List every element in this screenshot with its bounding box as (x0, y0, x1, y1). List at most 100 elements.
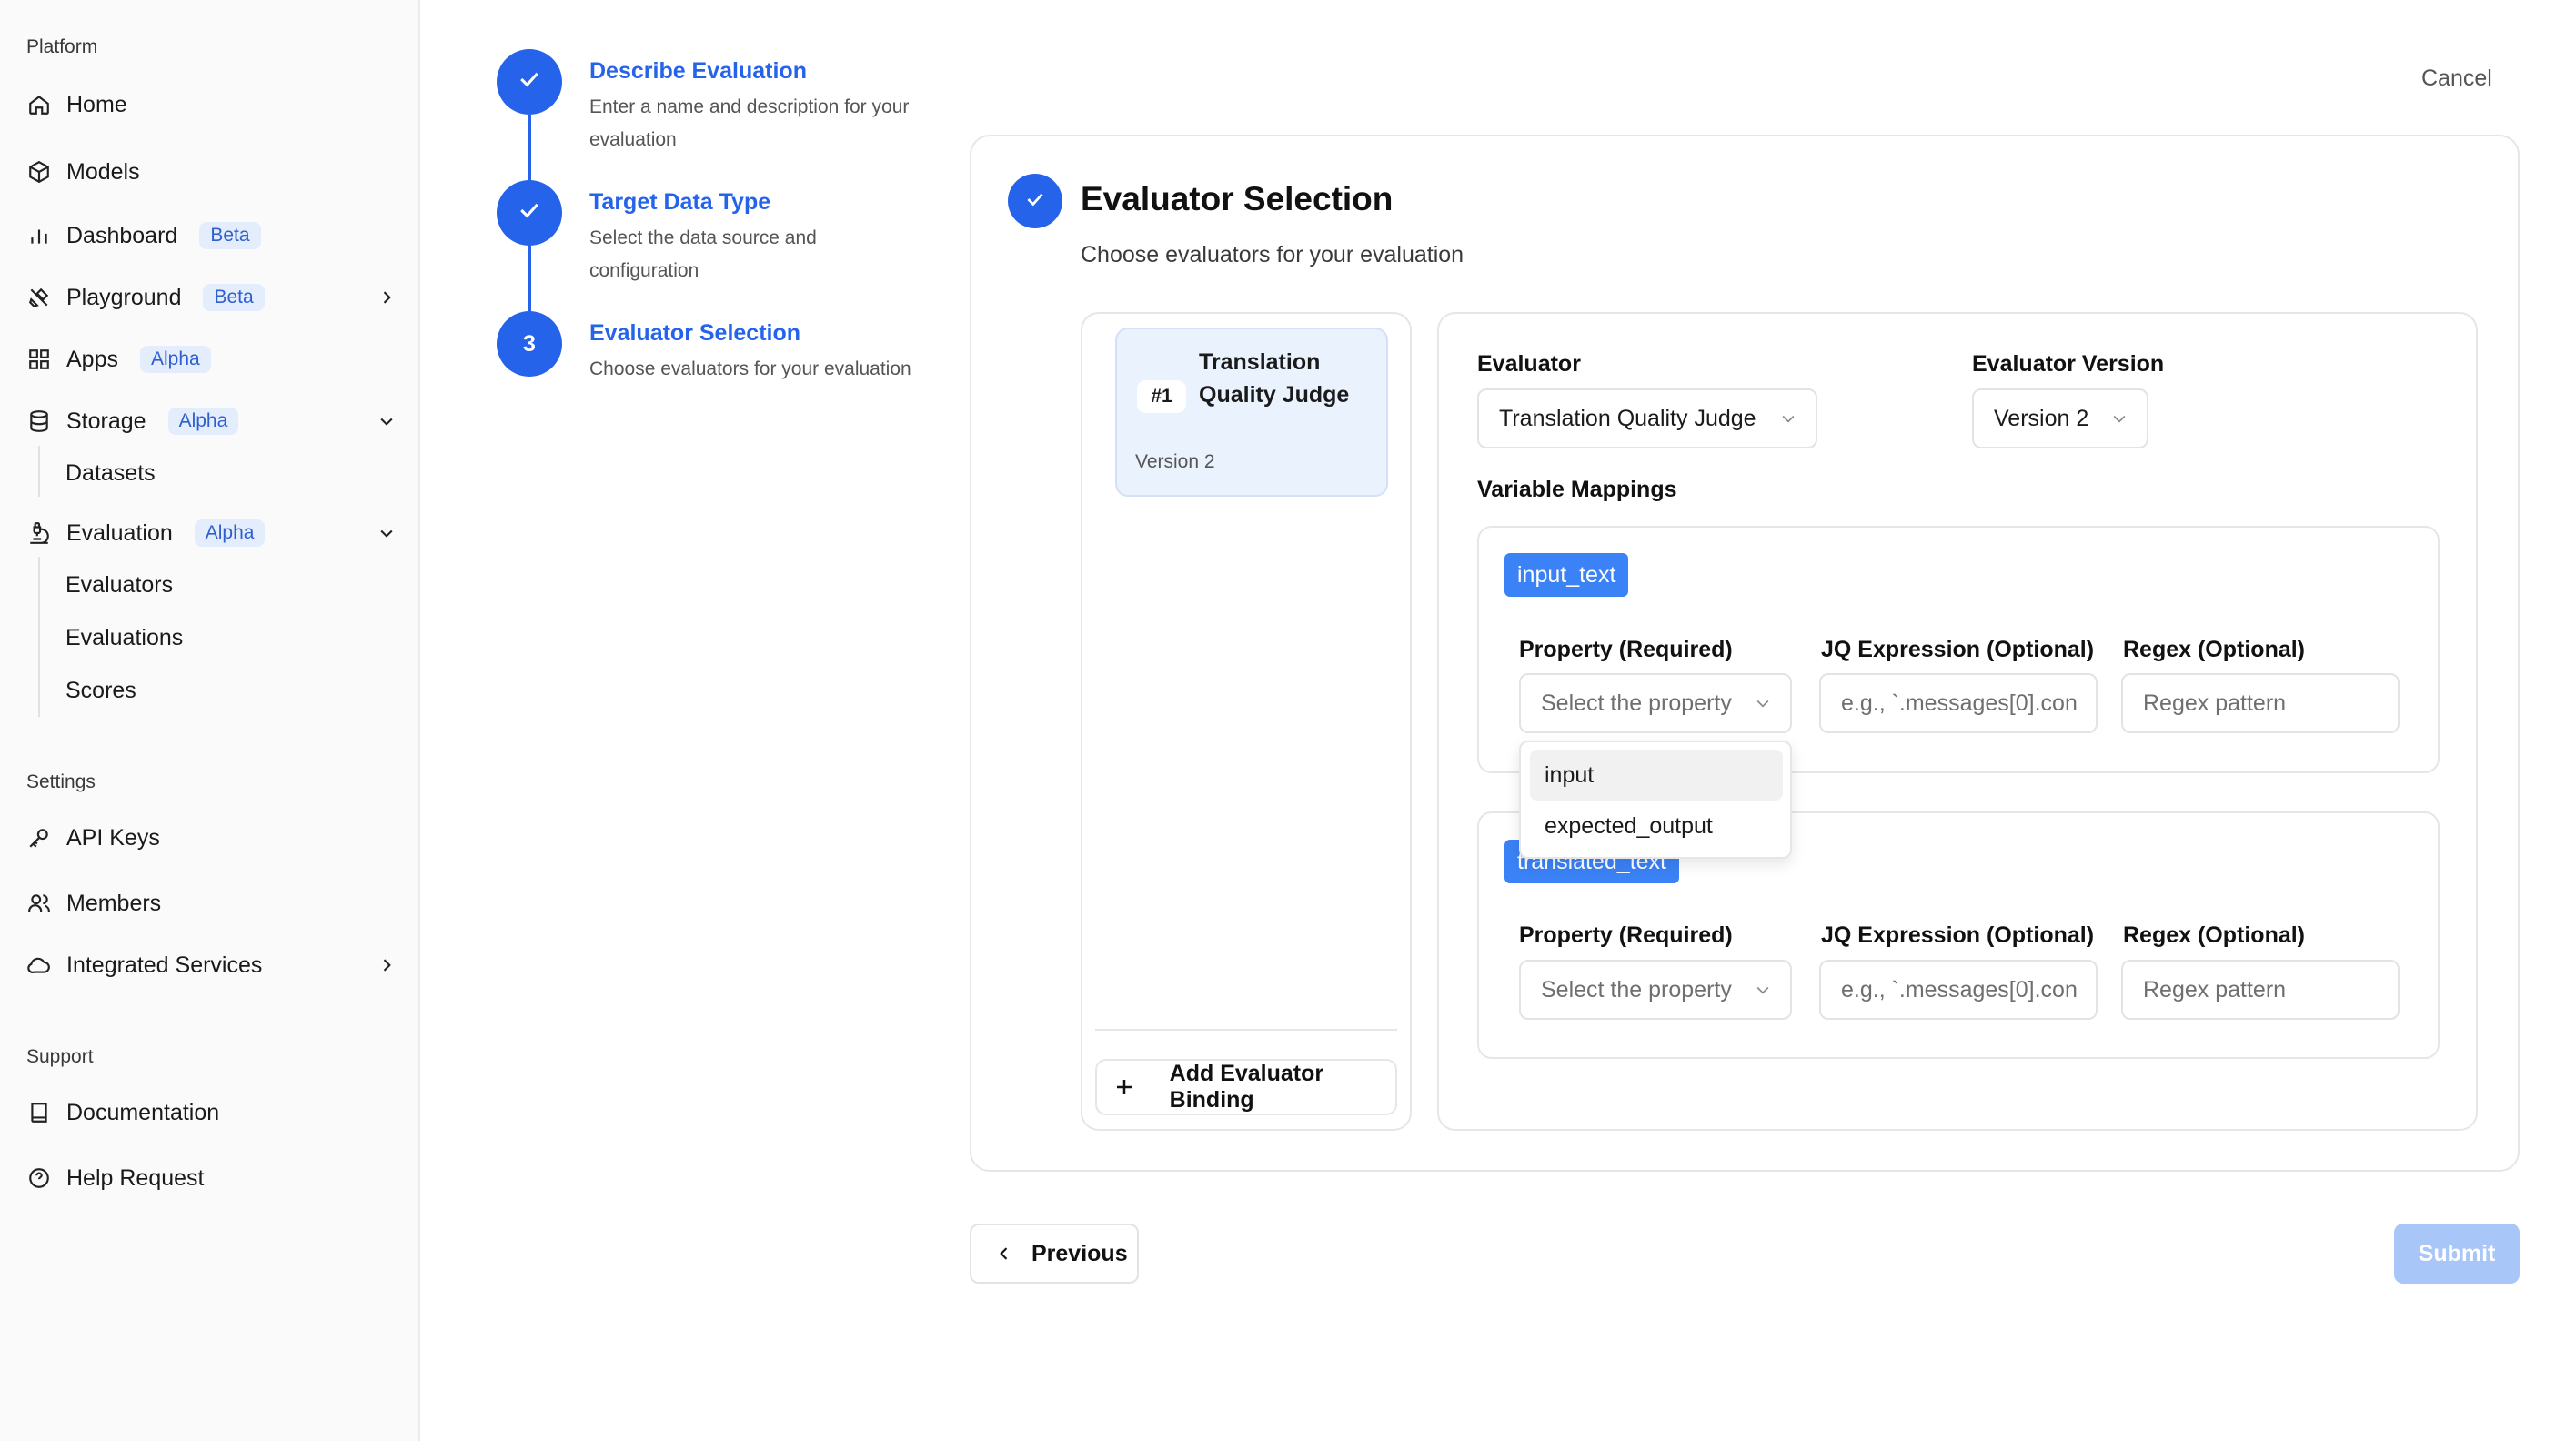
sidebar-item-evaluators[interactable]: Evaluators (65, 572, 173, 599)
section-title-settings: Settings (26, 771, 96, 792)
plus-icon (1112, 1073, 1137, 1101)
submenu-line (38, 446, 40, 497)
property-select[interactable]: Select the property (1519, 960, 1792, 1020)
step-3-indicator: 3 (497, 311, 562, 377)
sidebar-item-documentation[interactable]: Documentation (26, 1092, 399, 1134)
evaluator-item-name: Translation Quality Judge (1199, 349, 1350, 408)
alpha-badge: Alpha (139, 346, 211, 373)
sidebar-item-api-keys[interactable]: API Keys (26, 817, 399, 859)
users-icon (26, 891, 52, 916)
sidebar-item-label: API Keys (66, 824, 160, 851)
sidebar-item-apps[interactable]: Apps Alpha (26, 338, 399, 380)
divider (1095, 1029, 1397, 1031)
chevron-down-icon[interactable] (374, 520, 399, 546)
chevron-down-icon (2108, 408, 2130, 429)
sidebar-item-evaluations[interactable]: Evaluations (65, 625, 183, 651)
chevron-down-icon (1752, 692, 1774, 714)
sidebar-item-label: Members (66, 890, 162, 916)
jq-expression-label: JQ Expression (Optional) (1821, 922, 2095, 948)
sidebar-item-label: Integrated Services (66, 952, 263, 978)
evaluator-version-value: Version 2 (1994, 405, 2089, 431)
sidebar-item-members[interactable]: Members (26, 882, 399, 924)
jq-expression-input[interactable]: e.g., `.messages[0].con (1819, 960, 2098, 1020)
step-connector (528, 115, 531, 184)
regex-label: Regex (Optional) (2123, 637, 2306, 662)
tools-icon (26, 285, 52, 310)
cancel-button[interactable]: Cancel (2421, 66, 2492, 92)
property-label: Property (Required) (1519, 922, 1733, 948)
chevron-right-icon[interactable] (374, 285, 399, 310)
sidebar-item-label: Playground (66, 284, 182, 310)
jq-expression-label: JQ Expression (Optional) (1821, 637, 2095, 662)
grid-icon (26, 347, 52, 372)
previous-button[interactable]: Previous (970, 1224, 1139, 1284)
step-3-title: Evaluator Selection (589, 320, 801, 346)
sidebar-item-help-request[interactable]: Help Request (26, 1157, 399, 1199)
sidebar-item-playground[interactable]: Playground Beta (26, 277, 399, 318)
sidebar: Platform Home Models Dashboard Beta Play… (0, 0, 420, 1441)
chevron-left-icon (993, 1243, 1015, 1265)
check-icon (516, 196, 543, 230)
sidebar-item-datasets[interactable]: Datasets (65, 460, 156, 487)
evaluator-version-select[interactable]: Version 2 (1972, 388, 2148, 448)
sidebar-item-storage[interactable]: Storage Alpha (26, 400, 399, 442)
regex-input[interactable]: Regex pattern (2121, 960, 2400, 1020)
step-connector (528, 244, 531, 313)
dropdown-option-expected-output[interactable]: expected_output (1530, 801, 1783, 852)
step-1-indicator (497, 49, 562, 115)
sidebar-item-label: Storage (66, 408, 146, 434)
evaluator-select-value: Translation Quality Judge (1499, 405, 1756, 431)
beta-badge: Beta (199, 222, 261, 249)
home-icon (26, 92, 52, 117)
sidebar-item-dashboard[interactable]: Dashboard Beta (26, 215, 399, 257)
submenu-line (38, 557, 40, 717)
section-title-platform: Platform (26, 36, 98, 57)
dropdown-option-input[interactable]: input (1530, 750, 1783, 801)
sidebar-item-label: Help Request (66, 1164, 205, 1191)
evaluator-version-label: Evaluator Version (1972, 351, 2165, 377)
variable-tag: input_text (1504, 553, 1629, 597)
add-evaluator-binding-label: Add Evaluator Binding (1169, 1061, 1324, 1113)
book-icon (26, 1100, 52, 1125)
property-select-placeholder: Select the property (1541, 690, 1732, 716)
cube-icon (26, 159, 52, 185)
card-status-indicator (1008, 174, 1062, 228)
card-title: Evaluator Selection (1081, 180, 1394, 217)
evaluator-select[interactable]: Translation Quality Judge (1477, 388, 1817, 448)
step-1-description: Enter a name and description for your ev… (589, 96, 910, 150)
alpha-badge: Alpha (167, 408, 239, 435)
check-icon (1023, 187, 1047, 216)
key-icon (26, 825, 52, 851)
sidebar-item-home[interactable]: Home (26, 84, 399, 126)
card-subtitle: Choose evaluators for your evaluation (1081, 242, 1464, 267)
beta-badge: Beta (203, 284, 265, 311)
sidebar-item-label: Documentation (66, 1099, 220, 1125)
bar-chart-icon (26, 223, 52, 248)
sidebar-item-evaluation[interactable]: Evaluation Alpha (26, 512, 399, 554)
submit-button[interactable]: Submit (2394, 1224, 2520, 1284)
jq-expression-input[interactable]: e.g., `.messages[0].con (1819, 673, 2098, 733)
cloud-icon (26, 952, 52, 978)
step-3-description: Choose evaluators for your evaluation (589, 358, 911, 379)
step-2-description: Select the data source and configuration (589, 227, 817, 281)
chevron-down-icon (1752, 979, 1774, 1001)
help-circle-icon (26, 1165, 52, 1191)
step-2-title: Target Data Type (589, 189, 771, 215)
sidebar-item-models[interactable]: Models (26, 151, 399, 193)
step-2-indicator (497, 180, 562, 246)
property-select[interactable]: Select the property (1519, 673, 1792, 733)
regex-label: Regex (Optional) (2123, 922, 2306, 948)
regex-input[interactable]: Regex pattern (2121, 673, 2400, 733)
evaluator-label: Evaluator (1477, 351, 1581, 377)
alpha-badge: Alpha (194, 519, 266, 547)
sidebar-item-integrated-services[interactable]: Integrated Services (26, 944, 399, 986)
step-1-title: Describe Evaluation (589, 58, 807, 84)
database-icon (26, 408, 52, 434)
chevron-down-icon[interactable] (374, 408, 399, 434)
add-evaluator-binding-button[interactable]: Add Evaluator Binding (1095, 1059, 1397, 1115)
sidebar-item-scores[interactable]: Scores (65, 678, 136, 704)
microscope-icon (26, 520, 52, 546)
sidebar-item-label: Models (66, 158, 140, 185)
chevron-down-icon (1777, 408, 1799, 429)
chevron-right-icon[interactable] (374, 952, 399, 978)
